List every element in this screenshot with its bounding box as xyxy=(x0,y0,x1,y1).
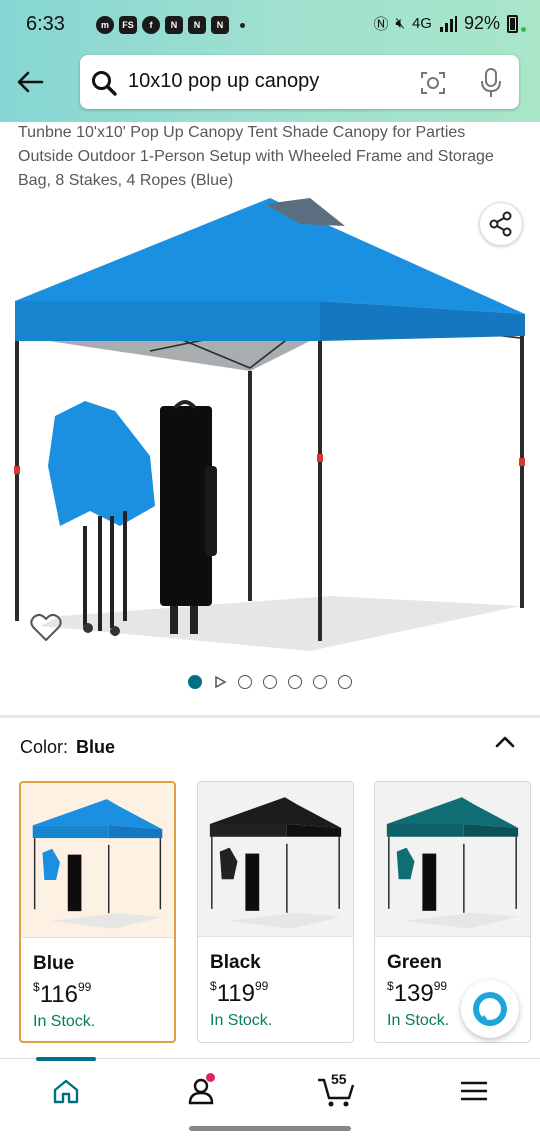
charging-dot xyxy=(521,27,526,32)
canopy-valance-front xyxy=(15,301,320,341)
product-image[interactable] xyxy=(0,196,540,666)
color-option-blue[interactable]: Blue $11699 In Stock. xyxy=(19,781,176,1043)
color-option-stock: In Stock. xyxy=(387,1012,450,1029)
search-bar[interactable]: 10x10 pop up canopy xyxy=(80,55,519,109)
home-icon xyxy=(53,1079,79,1104)
camera-search-icon[interactable] xyxy=(420,70,446,96)
color-option-stock: In Stock. xyxy=(33,1013,96,1030)
storage-bag xyxy=(160,400,217,634)
carousel-dot[interactable] xyxy=(263,675,277,689)
thumb-tent-green xyxy=(386,797,519,929)
alexa-icon xyxy=(473,992,507,1026)
menu-icon xyxy=(461,1081,487,1101)
color-option-name: Blue xyxy=(33,953,75,974)
notification-dot xyxy=(206,1073,215,1082)
facebook-icon: f xyxy=(142,16,160,34)
color-option-stock: In Stock. xyxy=(210,1012,273,1029)
color-option-thumbnail xyxy=(198,782,353,937)
messenger-icon: m xyxy=(96,16,114,34)
carousel-dot[interactable] xyxy=(288,675,302,689)
mute-icon: 🔇︎ xyxy=(395,15,405,32)
share-icon xyxy=(489,211,512,237)
nfc-icon: Ⓝ xyxy=(373,16,389,33)
carousel-dot-active[interactable] xyxy=(188,675,202,689)
free-stuff-icon: FS xyxy=(119,16,137,34)
back-button[interactable] xyxy=(14,66,46,98)
share-button[interactable] xyxy=(479,202,523,246)
app-header: 6:33 m FS f N N N Ⓝ 🔇︎ 4G 92% 10x10 pop … xyxy=(0,0,540,122)
nav-menu[interactable] xyxy=(454,1073,494,1109)
chevron-up-icon[interactable] xyxy=(494,733,516,751)
product-title[interactable]: Tunbne 10'x10' Pop Up Canopy Tent Shade … xyxy=(18,121,518,193)
image-carousel-dots xyxy=(188,675,352,689)
active-tab-indicator xyxy=(36,1057,96,1061)
nav-account[interactable] xyxy=(181,1073,221,1109)
video-play-icon[interactable] xyxy=(213,675,227,689)
battery-icon xyxy=(507,14,518,33)
alexa-button[interactable] xyxy=(461,980,519,1038)
back-arrow-icon xyxy=(17,71,44,93)
canopy-top xyxy=(15,198,525,314)
app-n-icon: N xyxy=(211,16,229,34)
microphone-icon[interactable] xyxy=(480,68,502,98)
carousel-dot[interactable] xyxy=(338,675,352,689)
bottom-navigation: 55 xyxy=(0,1057,540,1122)
nav-cart[interactable]: 55 xyxy=(316,1071,356,1109)
nav-home[interactable] xyxy=(46,1073,86,1109)
thumb-tent-blue xyxy=(32,799,163,929)
network-type: 4G xyxy=(411,15,432,32)
thumb-tent-black xyxy=(209,797,342,929)
app-n-icon: N xyxy=(165,16,183,34)
more-notifications-dot xyxy=(240,22,245,28)
section-divider xyxy=(0,715,540,718)
carousel-dot[interactable] xyxy=(238,675,252,689)
wishlist-heart-icon[interactable] xyxy=(30,612,62,642)
search-icon xyxy=(92,71,117,96)
color-option-name: Green xyxy=(387,952,442,973)
folded-canopy xyxy=(48,401,155,636)
signal-icon xyxy=(439,15,457,32)
gesture-bar xyxy=(189,1126,351,1131)
notification-icons: m FS f N N N xyxy=(96,16,245,34)
cart-count: 55 xyxy=(331,1071,347,1087)
color-label: Color: xyxy=(20,737,69,757)
color-option-price: $13999 xyxy=(387,979,448,1007)
color-option-thumbnail xyxy=(375,782,530,937)
app-n-icon: N xyxy=(188,16,206,34)
color-option-price: $11999 xyxy=(210,979,269,1007)
carousel-dot[interactable] xyxy=(313,675,327,689)
color-selected-value: Blue xyxy=(76,737,116,757)
status-time: 6:33 xyxy=(26,13,65,35)
color-selector-header[interactable]: Color: Blue xyxy=(20,737,115,758)
color-option-name: Black xyxy=(210,952,261,973)
color-option-black[interactable]: Black $11999 In Stock. xyxy=(197,781,354,1043)
color-option-price: $11699 xyxy=(33,980,92,1008)
search-input[interactable]: 10x10 pop up canopy xyxy=(128,70,319,93)
status-bar: 6:33 m FS f N N N Ⓝ 🔇︎ 4G 92% xyxy=(0,0,540,50)
system-icons: Ⓝ 🔇︎ 4G 92% xyxy=(373,13,526,34)
color-option-thumbnail xyxy=(21,783,174,938)
battery-percent: 92% xyxy=(463,13,500,33)
